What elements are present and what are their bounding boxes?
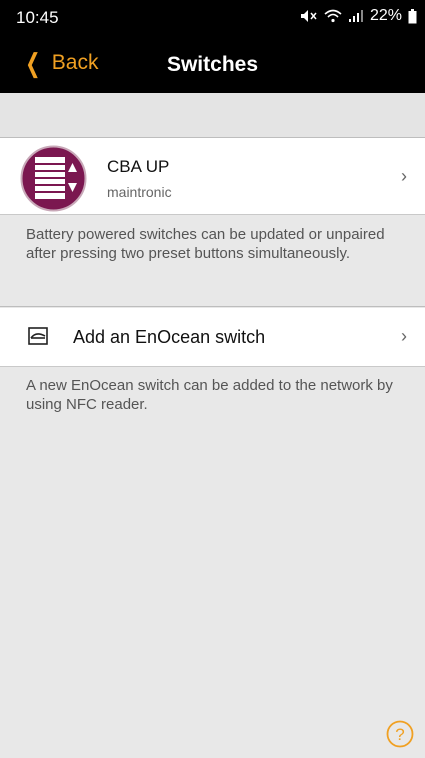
svg-text:?: ? — [395, 725, 404, 744]
device-note: Battery powered switches can be updated … — [26, 226, 385, 262]
wifi-icon — [324, 9, 342, 23]
battery-percent: 22% — [369, 7, 402, 24]
navigation-bar: ❮ Back Switches — [0, 33, 425, 93]
chevron-right-icon: › — [401, 166, 407, 186]
device-name: CBA UP — [107, 157, 170, 176]
help-icon[interactable]: ? — [386, 720, 414, 748]
signal-icon — [348, 10, 363, 22]
add-switch-label: Add an EnOcean switch — [73, 327, 266, 347]
blind-switch-icon — [20, 145, 87, 212]
page-title: Switches — [166, 53, 259, 76]
status-time: 10:45 — [16, 8, 59, 27]
status-icons: 22% — [300, 7, 417, 25]
switch-icon — [28, 327, 48, 345]
section-header — [0, 93, 425, 138]
status-bar: 10:45 22% — [0, 0, 425, 33]
add-note: A new EnOcean switch can be added to the… — [26, 377, 393, 413]
divider — [0, 306, 425, 307]
chevron-right-icon: › — [401, 326, 407, 346]
mute-icon — [300, 10, 317, 22]
device-manufacturer: maintronic — [107, 184, 172, 200]
battery-icon — [408, 8, 417, 23]
device-row-cba-up[interactable]: CBA UP maintronic › — [0, 138, 425, 215]
add-enocean-switch-row[interactable]: Add an EnOcean switch › — [0, 308, 425, 367]
